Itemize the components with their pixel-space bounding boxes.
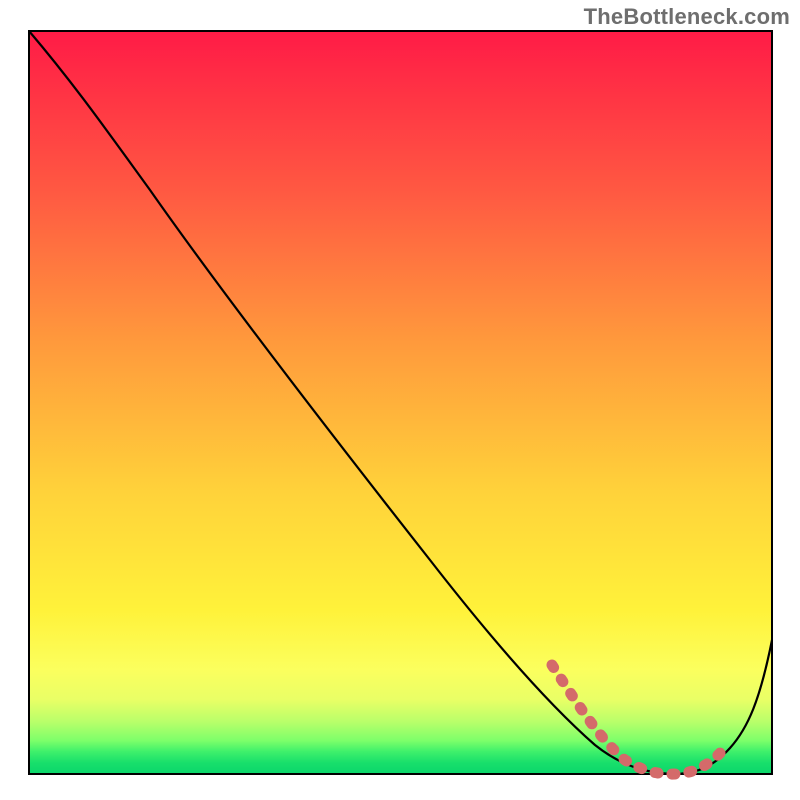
bottleneck-chart <box>0 0 800 800</box>
plot-area <box>29 31 772 774</box>
watermark-text: TheBottleneck.com <box>584 4 790 30</box>
gradient-bg <box>29 31 772 774</box>
